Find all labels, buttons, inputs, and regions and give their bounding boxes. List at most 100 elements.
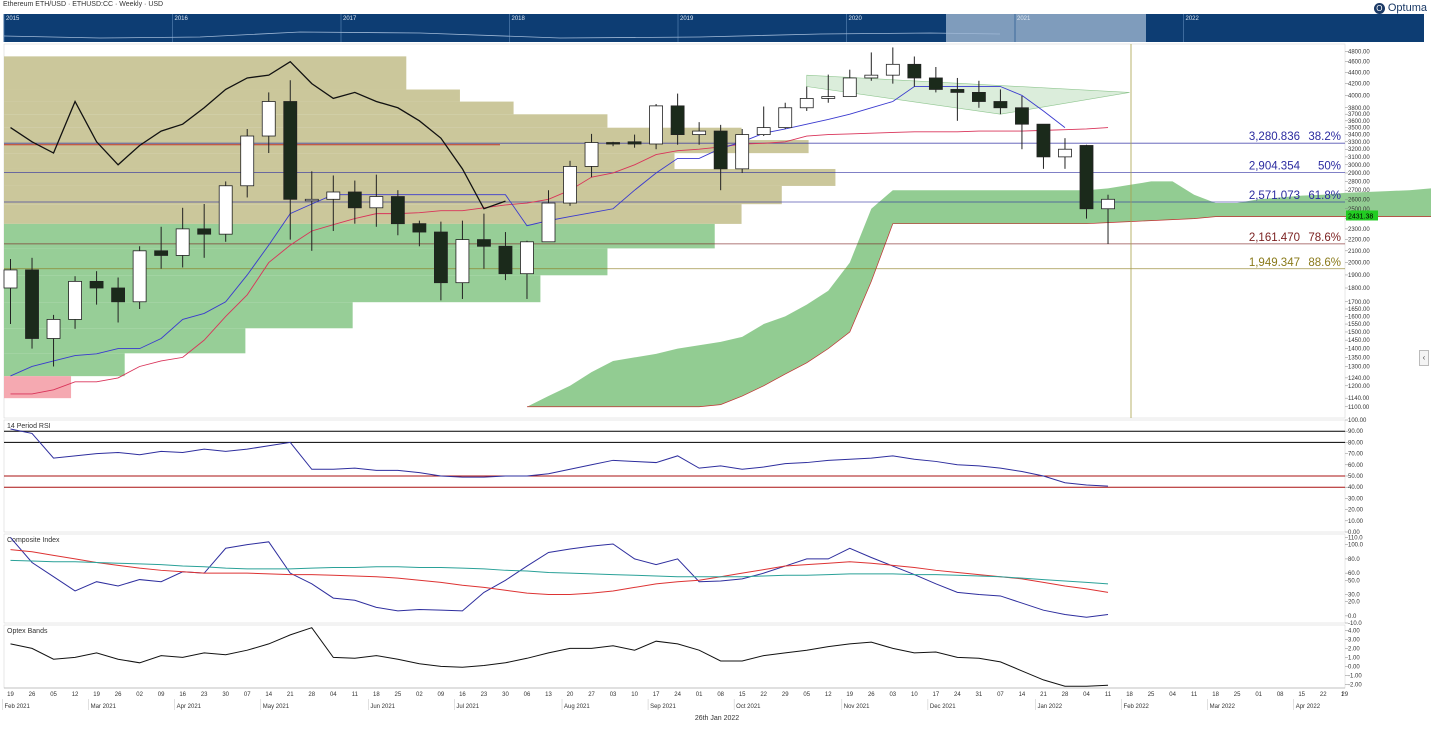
time-tick-label: 14 [265,692,272,698]
axis-tick-label: 1.00 [1348,655,1360,661]
price-tick-label: 1900.00 [1348,273,1370,279]
candle-body [25,269,39,339]
fib-level-percent: 38.2% [1308,131,1341,143]
volume-profile-bar [4,127,742,141]
time-tick-label: 01 [696,692,703,698]
month-label: Oct 2021 [736,704,761,710]
candlestick [132,246,147,309]
candle-body [89,280,104,289]
volume-profile-bar [4,140,809,154]
price-tick-label: 3600.00 [1348,119,1370,125]
candle-body [154,250,169,256]
time-tick-label: 09 [158,692,165,698]
candlestick [1079,144,1094,219]
time-tick-label: 22 [760,692,767,698]
time-tick-label: 11 [1105,692,1112,698]
fib-level-value: 2,904.354 [1249,161,1301,173]
collapse-panel-icon[interactable]: ‹ [1419,350,1429,366]
candle-body [455,239,470,284]
axis-tick-label: 60.0 [1348,571,1360,577]
chart-canvas[interactable]: 2015 2016 2017 2018 2019 2020 2021 20223,280.83… [0,0,1431,730]
volume-profile-bar [4,353,125,377]
candle-body [1036,123,1051,158]
time-tick-label: 18 [373,692,380,698]
fib-level-value: 3,280.836 [1249,131,1300,143]
price-tick-label: 1100.00 [1348,405,1370,411]
price-tick-label: 3800.00 [1348,106,1370,112]
time-tick-label: 25 [395,692,402,698]
axis-tick-label: -1.00 [1348,673,1362,679]
candle-body [68,280,82,320]
axis-tick-label: 80.00 [1348,440,1364,446]
price-tick-label: 3400.00 [1348,133,1370,139]
time-tick-label: 14 [1019,692,1026,698]
price-tick-label: 1800.00 [1348,286,1370,292]
navigator-window [946,14,1146,42]
candle-body [993,101,1008,109]
time-tick-label: 04 [1083,692,1090,698]
candle-body [713,130,728,170]
time-tick-label: 15 [739,692,746,698]
candle-body [3,269,18,289]
price-tick-label: 1240.00 [1348,376,1370,382]
candle-body [821,96,836,99]
navigator-year: 2021 [1017,16,1031,22]
axis-tick-label: 50.0 [1348,578,1360,584]
axis-tick-label: 100.0 [1348,543,1364,549]
price-tick-label: 3300.00 [1348,140,1370,146]
optuma-logo: O Optuma [1373,1,1427,15]
candlestick [563,160,577,206]
time-tick-label: 11 [352,692,359,698]
candle-body [541,202,556,243]
candle-body [692,130,707,135]
candle-body [477,239,491,247]
time-tick-label: 19 [93,692,100,698]
composite-pane [3,533,1346,624]
price-tick-label: 2300.00 [1348,227,1370,233]
price-tick-label: 2800.00 [1348,179,1370,185]
price-tick-label: 1140.00 [1348,396,1370,402]
axis-tick-label: 20.0 [1348,600,1360,606]
month-label: Apr 2022 [1296,704,1321,710]
price-tick-label: 1650.00 [1348,307,1370,313]
candle-body [132,250,147,303]
time-tick-label: 13 [545,692,552,698]
time-tick-label: 29 [782,692,789,698]
candle-body [842,77,857,98]
axis-tick-label: 110.0 [1348,536,1363,542]
month-label: Mar 2021 [91,704,117,710]
axis-tick-label: 0.00 [1348,664,1360,670]
time-tick-label: 23 [481,692,488,698]
price-tick-label: 4400.00 [1348,70,1370,76]
candle-body [563,165,577,204]
optex-pane [3,624,1346,689]
axis-tick-label: -2.00 [1348,682,1362,688]
price-tick-label: 4200.00 [1348,82,1370,88]
axis-tick-label: 60.00 [1348,463,1364,469]
price-tick-label: 1450.00 [1348,338,1370,344]
time-tick-label: 11 [1191,692,1198,698]
volume-profile-bar [4,223,715,249]
optuma-logo-icon: O [1373,2,1385,14]
month-label: Feb 2022 [1124,704,1150,710]
axis-tick-label: 70.00 [1348,452,1364,458]
time-tick-label: 02 [136,692,143,698]
time-tick-label: 28 [1062,692,1069,698]
price-tick-label: 3000.00 [1348,163,1370,169]
candle-body [240,135,255,187]
price-tick-label: 1200.00 [1348,384,1370,390]
price-tick-label: 4600.00 [1348,60,1370,66]
time-tick-label: 07 [244,692,251,698]
navigator-year: 2020 [849,16,863,22]
time-tick-label: 04 [1169,692,1176,698]
candle-body [197,228,212,235]
time-tick-label: 10 [631,692,638,698]
volume-profile-bar [4,168,836,186]
axis-tick-label: 30.0 [1348,593,1360,599]
time-tick-label: 02 [416,692,423,698]
navigator-year: 2015 [6,16,20,22]
candle-body [433,231,448,284]
axis-tick-label: 40.00 [1348,485,1364,491]
time-tick-label: 18 [1126,692,1133,698]
navigator-year: 2019 [680,16,694,22]
